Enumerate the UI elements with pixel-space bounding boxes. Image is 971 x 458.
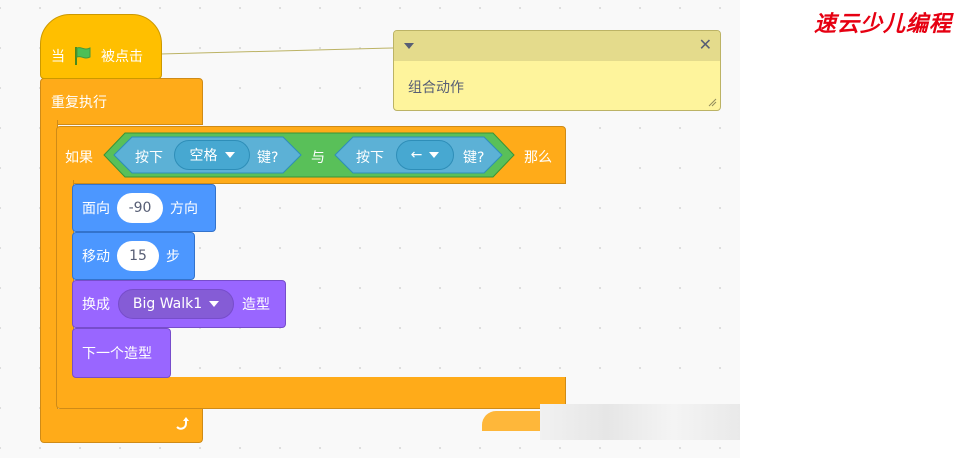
hat-prefix: 当 [51,48,65,65]
next-costume-label: 下一个造型 [82,346,152,362]
watermark-logo: 速云少儿编程 [814,12,953,37]
steps-input[interactable]: 15 [117,241,159,271]
hat-suffix: 被点击 [101,48,143,65]
costume-dropdown[interactable]: Big Walk1 [118,289,234,319]
next-costume-block[interactable]: 下一个造型 [72,328,171,378]
key-pressed-left-label: 按下 [135,150,163,166]
key-suffix-left: 键? [257,150,279,166]
comment-text[interactable]: 组合动作 [408,77,464,97]
green-flag-icon [72,45,94,67]
when-flag-clicked-block[interactable]: 当 被点击 [40,14,162,79]
key-dropdown-left-arrow[interactable]: ← [396,140,454,170]
switch-costume-suffix: 造型 [242,297,270,313]
switch-costume-block[interactable]: 换成 Big Walk1 造型 [72,280,286,328]
dropdown-caret-icon [224,152,235,158]
key-dropdown-space[interactable]: 空格 [174,140,250,170]
collapse-caret-icon[interactable] [404,43,414,49]
blurred-region [540,404,740,440]
direction-input[interactable]: -90 [117,193,163,223]
point-in-direction-block[interactable]: 面向 -90 方向 [72,184,216,232]
and-operator-label: 与 [311,150,325,166]
move-suffix: 步 [166,249,180,265]
resize-handle-icon[interactable] [708,98,717,107]
key-pressed-right-label: 按下 [356,150,384,166]
dropdown-caret-icon [429,152,440,158]
move-prefix: 移动 [82,249,110,265]
comment-note[interactable]: ✕ 组合动作 [393,30,721,111]
point-direction-prefix: 面向 [82,201,110,217]
move-steps-block[interactable]: 移动 15 步 [72,232,195,280]
key-suffix-right: 键? [463,150,485,166]
point-direction-suffix: 方向 [170,201,198,217]
comment-header[interactable]: ✕ [394,31,720,61]
dropdown-caret-icon [209,301,220,307]
switch-costume-prefix: 换成 [82,297,110,313]
close-icon[interactable]: ✕ [699,37,712,53]
